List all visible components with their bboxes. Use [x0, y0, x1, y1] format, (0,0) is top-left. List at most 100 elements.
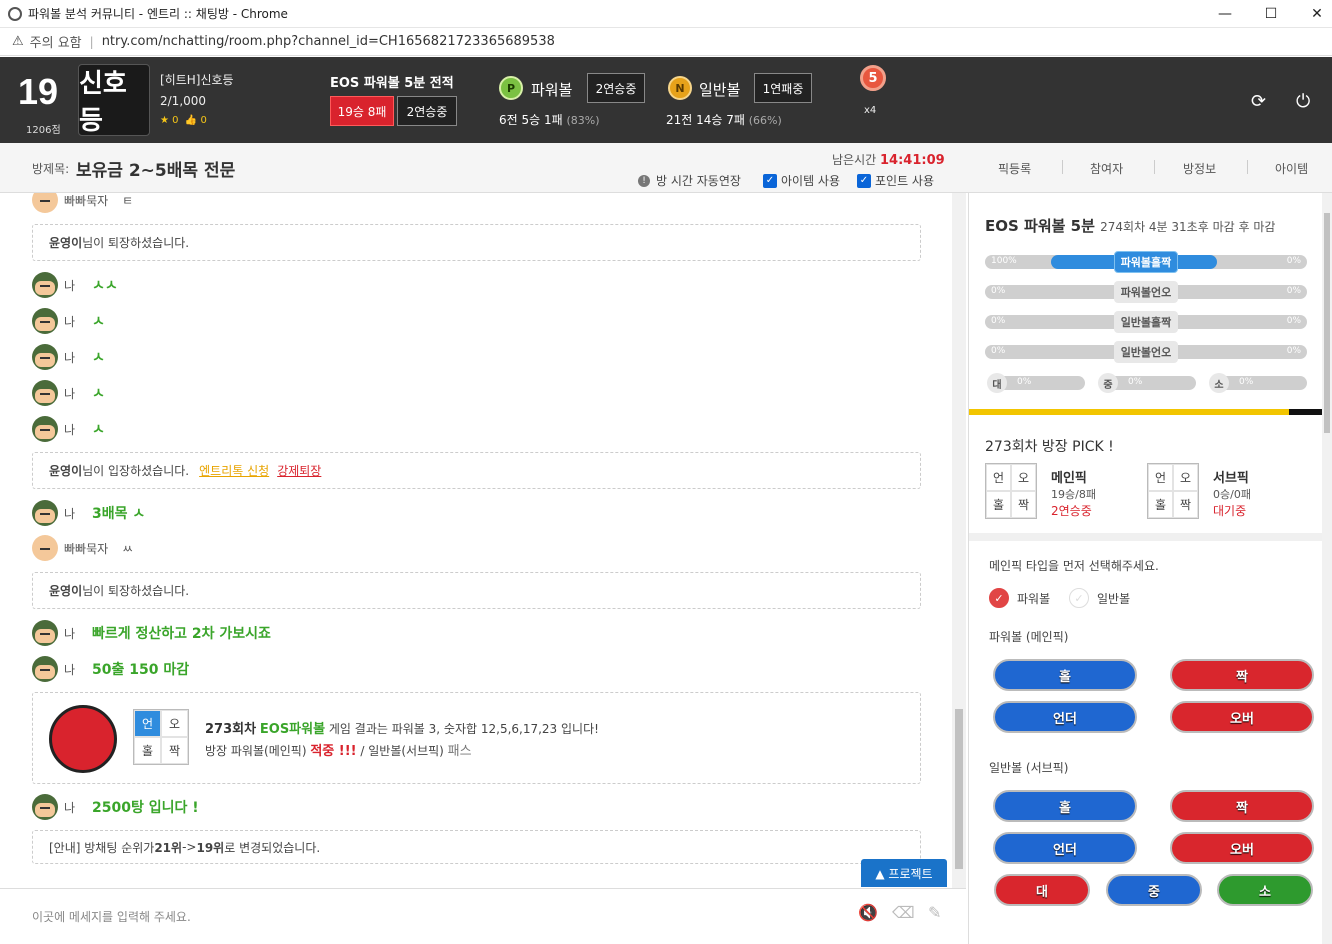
- powerball-p-icon: P: [499, 76, 523, 100]
- normalball-odd-button[interactable]: 홀: [993, 790, 1137, 822]
- result-text: 게임 결과는 파워볼 3, 숫자합 12,5,6,17,23 입니다!: [325, 722, 599, 736]
- progress-remaining: [1289, 409, 1323, 415]
- radio-powerball[interactable]: ✓ 파워볼: [989, 588, 1050, 608]
- powerball-pct: (83%): [566, 114, 600, 127]
- notice-username[interactable]: 윤영이: [49, 462, 82, 479]
- room-bar: 방제목: 보유금 2~5배목 전문 남은시간 14:41:09 ! 방 시간 자동…: [0, 143, 1332, 193]
- chat-message: 나ㅅ: [32, 380, 105, 406]
- normalball-even-button[interactable]: 짝: [1170, 790, 1314, 822]
- tab-pick-register[interactable]: 픽등록: [998, 160, 1031, 177]
- result-hit: 적중 !!!: [310, 744, 357, 759]
- user-avatar-icon[interactable]: [32, 535, 58, 561]
- grid-cell-under: 언: [1148, 464, 1173, 491]
- chat-text: ㅅ: [92, 350, 105, 366]
- user-avatar-icon[interactable]: [32, 193, 58, 213]
- chat-area[interactable]: 빠빠묵자 ㅌ 윤영이 님이 퇴장하셨습니다. 나 ㅅㅅ 나ㅅ 나ㅅ 나ㅅ 나ㅅ 윤영…: [0, 193, 966, 888]
- point-use-checkbox[interactable]: ✓ 포인트 사용: [857, 172, 934, 189]
- normalball-small-button[interactable]: 소: [1217, 874, 1313, 906]
- thumbs-up-icon: 👍: [184, 115, 198, 126]
- chat-text: ㅆ: [122, 541, 134, 556]
- point-use-label: 포인트 사용: [875, 174, 935, 188]
- window-titlebar: 파워볼 분석 커뮤니티 - 엔트리 :: 채팅방 - Chrome: [0, 0, 1332, 28]
- chat-message: 나ㅅ: [32, 308, 105, 334]
- powerball-even-button[interactable]: 짝: [1170, 659, 1314, 691]
- notice-username[interactable]: 윤영이: [49, 582, 82, 599]
- ratio-right-value: 0%: [1286, 286, 1301, 296]
- maximize-button[interactable]: ☐: [1248, 0, 1294, 28]
- mute-icon[interactable]: 🔇: [858, 903, 878, 922]
- normalball-mid-button[interactable]: 중: [1106, 874, 1202, 906]
- auto-extend-option[interactable]: ! 방 시간 자동연장: [638, 172, 741, 189]
- game-result-card: 언 오 홀 짝 273회차 EOS파워볼 게임 결과는 파워볼 3, 숫자합 1…: [32, 692, 921, 784]
- chat-scroll-thumb[interactable]: [955, 709, 963, 869]
- avatar[interactable]: 신호등: [78, 64, 150, 136]
- tab-room-info[interactable]: 방정보: [1183, 160, 1216, 177]
- notice-username[interactable]: 윤영이: [49, 234, 82, 251]
- chat-me-label: 나: [64, 350, 76, 365]
- warning-icon[interactable]: ⚠: [12, 34, 24, 49]
- url-text[interactable]: ntry.com/nchatting/room.php?channel_id=C…: [102, 34, 555, 49]
- tab-participants[interactable]: 참여자: [1090, 160, 1123, 177]
- profile-header: 19 1206점 신호등 [히트H]신호등 2/1,000 ★ 0 👍 0 EO…: [0, 57, 1332, 143]
- panel-scroll-thumb[interactable]: [1324, 213, 1330, 433]
- result-owner-line: 방장 파워볼(메인픽) 적중 !!! / 일반볼(서브픽) 패스: [205, 740, 472, 759]
- chat-username[interactable]: 빠빠묵자: [64, 193, 108, 209]
- magic-wand-icon[interactable]: ✎: [928, 903, 941, 922]
- user-avatar-icon: [32, 794, 58, 820]
- checkbox-checked-icon[interactable]: ✓: [763, 173, 777, 188]
- eraser-icon[interactable]: ⌫: [892, 903, 915, 922]
- chat-message: 나ㅅ: [32, 344, 105, 370]
- chat-message: 나 3배목 ㅅ: [32, 500, 145, 526]
- entry-talk-link[interactable]: 엔트리톡 신청: [199, 462, 269, 479]
- powerball-odd-button[interactable]: 홀: [993, 659, 1137, 691]
- checkbox-checked-icon[interactable]: ✓: [857, 173, 871, 188]
- powerball-under-button[interactable]: 언더: [993, 701, 1137, 733]
- result-game: EOS파워볼: [259, 722, 326, 737]
- tab-items[interactable]: 아이템: [1275, 160, 1308, 177]
- medal-icon: 5: [860, 65, 886, 91]
- ratio-bar-label[interactable]: 일반볼언오: [1114, 341, 1178, 363]
- kick-link[interactable]: 강제퇴장: [277, 462, 321, 479]
- minimize-button[interactable]: —: [1202, 0, 1248, 28]
- chat-me-label: 나: [64, 422, 76, 437]
- user-name[interactable]: [히트H]신호등: [160, 71, 234, 88]
- normalball-stat-text: 21전 14승 7패: [666, 113, 745, 127]
- chat-scrollbar[interactable]: [952, 193, 966, 888]
- normalball-over-button[interactable]: 오버: [1170, 832, 1314, 864]
- check-icon[interactable]: ✓: [1069, 588, 1089, 608]
- powerball-over-button[interactable]: 오버: [1170, 701, 1314, 733]
- close-button[interactable]: ✕: [1294, 0, 1332, 28]
- ratio-bar-label[interactable]: 일반볼홀짝: [1114, 311, 1178, 333]
- ratio-bar-label[interactable]: 파워볼언오: [1114, 281, 1178, 303]
- project-button[interactable]: ▲ 프로젝트: [861, 859, 947, 887]
- level-points: 1206점: [26, 125, 61, 136]
- user-reactions: ★ 0 👍 0: [160, 115, 207, 126]
- grid-cell-under: 언: [134, 710, 161, 737]
- security-warning-label[interactable]: 주의 요함: [30, 32, 82, 51]
- item-use-label: 아이템 사용: [781, 174, 841, 188]
- ratio-bar-label[interactable]: 파워볼홀짝: [1114, 251, 1178, 273]
- check-icon[interactable]: ✓: [989, 588, 1009, 608]
- panel-scrollbar[interactable]: [1322, 193, 1332, 944]
- power-icon[interactable]: ⏻: [1296, 91, 1310, 112]
- normalball-under-button[interactable]: 언더: [993, 832, 1137, 864]
- chat-me-label: 나: [64, 506, 76, 521]
- address-bar[interactable]: ⚠ 주의 요함 | ntry.com/nchatting/room.php?ch…: [0, 28, 1332, 56]
- refresh-icon[interactable]: ⟳: [1251, 91, 1266, 112]
- like-count: 0: [200, 115, 207, 126]
- ratio-left-value: 100%: [991, 256, 1017, 266]
- rank-to: 19위: [196, 840, 225, 855]
- grid-cell-over: 오: [1011, 464, 1036, 491]
- ratio-right-value: 0%: [1286, 256, 1301, 266]
- user-avatar-icon: [32, 620, 58, 646]
- radio-normalball-label[interactable]: 일반볼: [1097, 590, 1130, 607]
- normalball-big-button[interactable]: 대: [994, 874, 1090, 906]
- radio-powerball-label[interactable]: 파워볼: [1017, 590, 1050, 607]
- result-round: 273회차: [205, 722, 257, 737]
- chat-username[interactable]: 빠빠묵자: [64, 540, 108, 557]
- message-input[interactable]: 이곳에 메세지를 입력해 주세요.: [32, 908, 191, 925]
- radio-normalball[interactable]: ✓ 일반볼: [1069, 588, 1130, 608]
- message-input-bar[interactable]: 이곳에 메세지를 입력해 주세요. 🔇 ⌫ ✎: [0, 888, 966, 944]
- round-progress-bar: [969, 409, 1323, 415]
- item-use-checkbox[interactable]: ✓ 아이템 사용: [763, 172, 840, 189]
